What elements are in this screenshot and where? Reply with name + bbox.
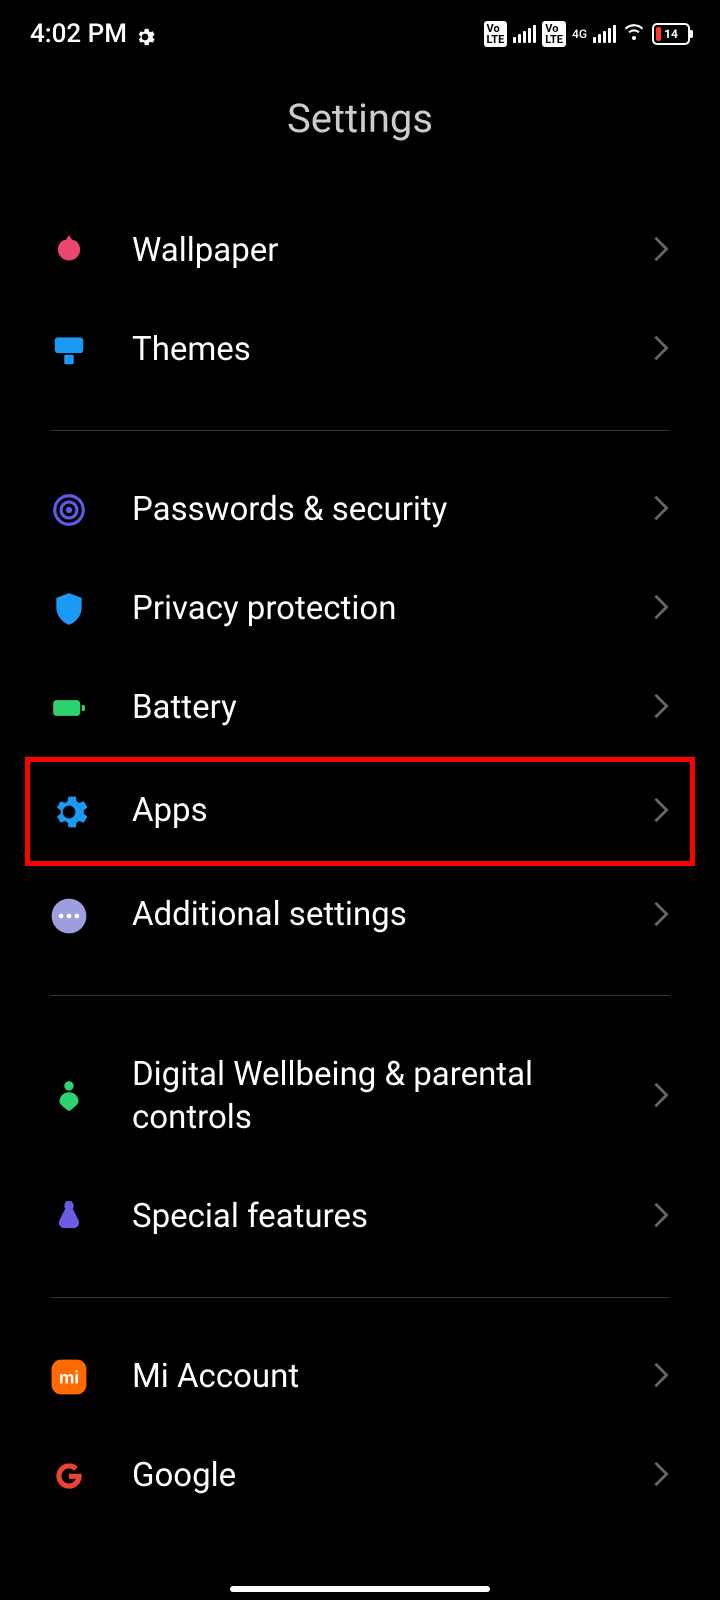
status-right: VoLTE VoLTE 4G 14 bbox=[484, 18, 690, 49]
chevron-right-icon bbox=[652, 494, 670, 526]
settings-item-themes[interactable]: Themes bbox=[50, 301, 670, 400]
settings-item-label: Privacy protection bbox=[132, 588, 652, 631]
chevron-right-icon bbox=[652, 1460, 670, 1492]
shield-icon bbox=[50, 590, 88, 628]
settings-item-label: Passwords & security bbox=[132, 489, 652, 532]
volte-icon: VoLTE bbox=[484, 21, 508, 47]
battery-full-icon bbox=[50, 689, 88, 727]
settings-item-privacy[interactable]: Privacy protection bbox=[50, 560, 670, 659]
fingerprint-icon bbox=[50, 491, 88, 529]
settings-item-label: Google bbox=[132, 1455, 652, 1498]
settings-list: Wallpaper Themes Passwords & security Pr… bbox=[0, 202, 720, 1526]
chevron-right-icon bbox=[652, 593, 670, 625]
settings-item-wallpaper[interactable]: Wallpaper bbox=[50, 202, 670, 301]
more-icon bbox=[50, 897, 88, 935]
flask-icon bbox=[50, 1198, 88, 1236]
status-left: 4:02 PM bbox=[30, 19, 155, 49]
chevron-right-icon bbox=[652, 235, 670, 267]
wallpaper-icon bbox=[50, 232, 88, 270]
chevron-right-icon bbox=[652, 1201, 670, 1233]
settings-item-google[interactable]: Google bbox=[50, 1427, 670, 1526]
settings-item-label: Additional settings bbox=[132, 894, 652, 937]
settings-item-label: Apps bbox=[132, 790, 652, 833]
volte-icon: VoLTE bbox=[542, 21, 566, 47]
divider bbox=[50, 430, 670, 431]
signal-bars-icon bbox=[593, 25, 616, 43]
settings-item-label: Themes bbox=[132, 329, 652, 372]
gear-icon bbox=[135, 24, 155, 44]
settings-item-battery[interactable]: Battery bbox=[50, 659, 670, 758]
chevron-right-icon bbox=[652, 1361, 670, 1393]
settings-item-label: Battery bbox=[132, 687, 652, 730]
chevron-right-icon bbox=[652, 900, 670, 932]
status-time: 4:02 PM bbox=[30, 19, 127, 49]
signal-bars-icon bbox=[513, 25, 536, 43]
settings-item-miaccount[interactable]: mi Mi Account bbox=[50, 1328, 670, 1427]
chevron-right-icon bbox=[652, 692, 670, 724]
settings-item-additional[interactable]: Additional settings bbox=[50, 866, 670, 965]
divider bbox=[50, 995, 670, 996]
home-indicator[interactable] bbox=[230, 1586, 490, 1592]
divider bbox=[50, 1297, 670, 1298]
settings-item-label: Special features bbox=[132, 1196, 652, 1239]
settings-item-label: Mi Account bbox=[132, 1356, 652, 1399]
status-bar: 4:02 PM VoLTE VoLTE 4G 14 bbox=[0, 0, 720, 55]
chevron-right-icon bbox=[652, 796, 670, 828]
settings-item-passwords[interactable]: Passwords & security bbox=[50, 461, 670, 560]
chevron-right-icon bbox=[652, 1081, 670, 1113]
google-icon bbox=[50, 1457, 88, 1495]
wifi-icon bbox=[622, 18, 646, 49]
settings-item-special[interactable]: Special features bbox=[50, 1168, 670, 1267]
wellbeing-icon bbox=[50, 1078, 88, 1116]
page-title: Settings bbox=[0, 55, 720, 202]
settings-item-label: Digital Wellbeing & parental controls bbox=[132, 1054, 652, 1140]
settings-item-wellbeing[interactable]: Digital Wellbeing & parental controls bbox=[50, 1026, 670, 1168]
settings-item-apps[interactable]: Apps bbox=[25, 757, 695, 866]
chevron-right-icon bbox=[652, 334, 670, 366]
mi-icon: mi bbox=[50, 1358, 88, 1396]
svg-text:mi: mi bbox=[59, 1368, 79, 1388]
gear-icon bbox=[50, 793, 88, 831]
battery-level: 14 bbox=[654, 27, 688, 41]
settings-item-label: Wallpaper bbox=[132, 230, 652, 273]
battery-icon: 14 bbox=[652, 23, 690, 45]
themes-icon bbox=[50, 331, 88, 369]
network-4g-icon: 4G bbox=[572, 28, 587, 40]
